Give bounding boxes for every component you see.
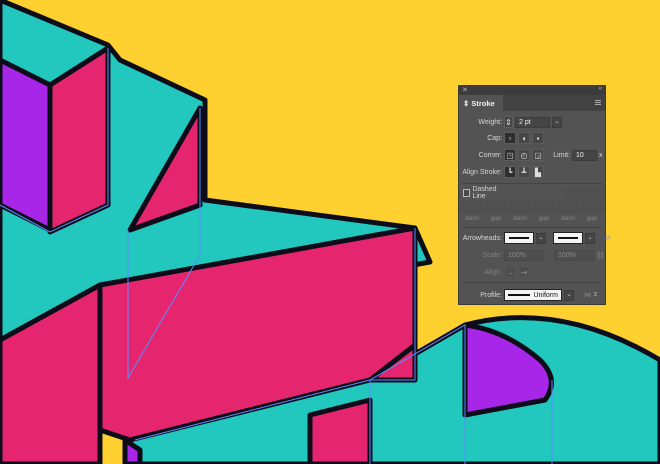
bevel-join-button[interactable]: ◲ xyxy=(532,149,544,161)
swap-arrowheads-icon[interactable]: ⇄ xyxy=(605,234,611,242)
preserve-dash-button[interactable] xyxy=(566,188,585,198)
dash-input[interactable] xyxy=(509,200,531,213)
tab-stroke[interactable]: ⇕ Stroke xyxy=(459,95,503,111)
collapse-icon[interactable]: « xyxy=(599,86,602,92)
dash-input[interactable] xyxy=(461,200,483,213)
gap-input[interactable] xyxy=(485,200,507,213)
link-scale-icon[interactable]: ⛓ xyxy=(596,252,605,260)
arrowheads-label: Arrowheads: xyxy=(462,234,502,242)
profile-dropdown[interactable]: ⌄ xyxy=(564,289,574,301)
flip-along-icon[interactable]: ⋈ xyxy=(584,291,591,299)
weight-label: Weight: xyxy=(478,118,502,126)
round-join-button[interactable]: ◴ xyxy=(518,149,530,161)
weight-stepper[interactable]: ⇕ xyxy=(504,116,513,128)
arrow-place-button[interactable]: ⇥ xyxy=(518,266,530,278)
limit-label: Limit: xyxy=(553,151,570,159)
gap-input[interactable] xyxy=(581,200,603,213)
end-arrowhead-select[interactable] xyxy=(553,232,583,244)
gap-input[interactable] xyxy=(533,200,555,213)
scale-label: Scale: xyxy=(482,252,502,259)
arrow-align-label: Align: xyxy=(484,268,502,276)
projecting-cap-button[interactable]: ▪ xyxy=(532,132,544,144)
panel-menu-icon[interactable] xyxy=(595,100,601,105)
flip-across-icon[interactable]: ⧗ xyxy=(593,291,598,299)
corner-label: Corner: xyxy=(478,151,502,159)
start-scale-input[interactable]: 100% xyxy=(504,250,544,261)
end-arrowhead-dropdown[interactable]: ⌄ xyxy=(585,232,595,244)
profile-select[interactable]: Uniform xyxy=(504,289,562,301)
butt-cap-button[interactable]: ▫ xyxy=(504,132,516,144)
start-arrowhead-dropdown[interactable]: ⌄ xyxy=(536,232,546,244)
miter-join-button[interactable]: ◳ xyxy=(504,149,516,161)
dashed-line-label: Dashed Line xyxy=(472,186,497,200)
start-arrowhead-select[interactable] xyxy=(504,232,534,244)
weight-dropdown[interactable]: ⌄ xyxy=(552,116,562,128)
dash-input[interactable] xyxy=(557,200,579,213)
arrow-extend-button[interactable]: → xyxy=(504,266,516,278)
limit-unit: x xyxy=(599,151,603,159)
cap-label: Cap: xyxy=(487,134,502,142)
align-outside-button[interactable]: ▙ xyxy=(532,166,544,178)
align-inside-button[interactable]: ┻ xyxy=(518,166,530,178)
align-center-button[interactable]: ┗ xyxy=(504,166,516,178)
weight-input[interactable]: 2 pt xyxy=(515,116,550,128)
profile-label: Profile: xyxy=(480,291,502,299)
round-cap-button[interactable]: ◖ xyxy=(518,132,530,144)
align-stroke-label: Align Stroke: xyxy=(462,168,502,176)
end-scale-input[interactable]: 100% xyxy=(554,250,594,261)
dashed-line-checkbox[interactable] xyxy=(463,189,471,197)
align-dash-button[interactable] xyxy=(586,188,605,198)
purple-face-left xyxy=(0,57,53,233)
limit-input[interactable]: 10 xyxy=(572,149,597,161)
close-icon[interactable]: ✕ xyxy=(462,86,468,94)
stroke-panel: ✕ « ⇕ Stroke Weight: ⇕ 2 pt ⌄ Cap: ▫ ◖ ▪ … xyxy=(458,85,611,305)
